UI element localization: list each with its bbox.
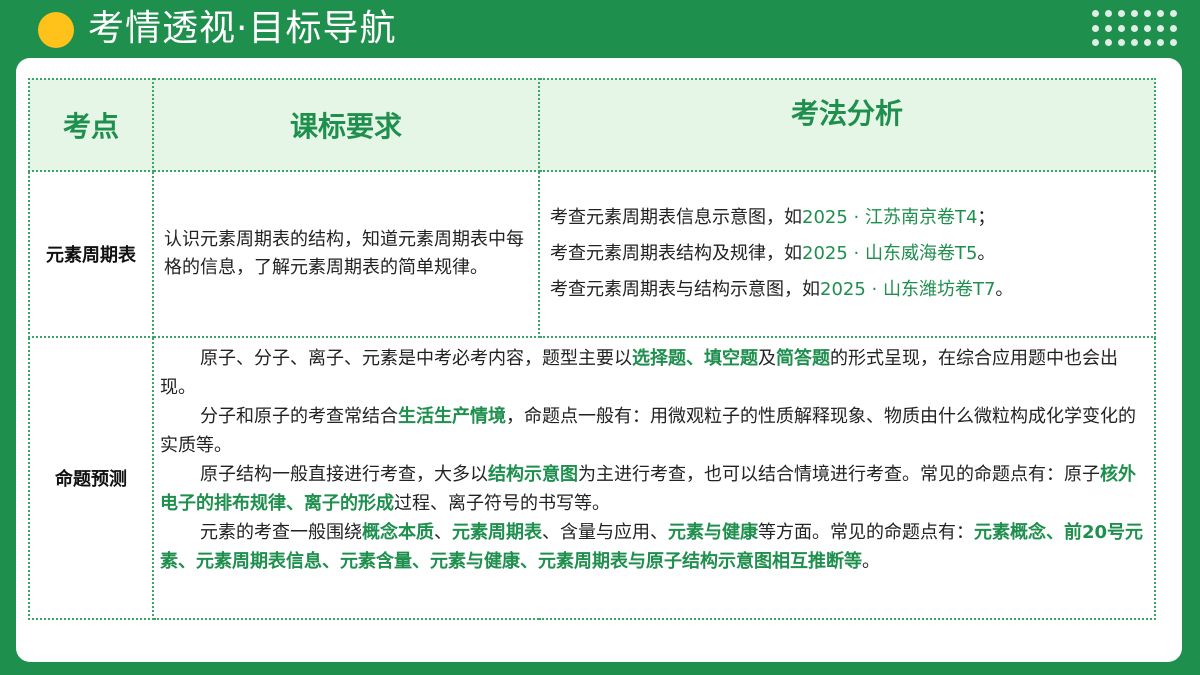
content-panel: 考点 课标要求 考法分析 元素周期表 认识元素周期表的结构，知道元素周期表中每格… (16, 58, 1182, 662)
exam-reference: 2025 · 山东潍坊卷T7 (820, 279, 996, 300)
prediction-paragraph: 元素的考查一般围绕概念本质、元素周期表、含量与应用、元素与健康等方面。常见的命题… (160, 522, 1144, 572)
row-label-periodic-table: 元素周期表 (28, 170, 154, 338)
analysis-line: 考查元素周期表结构及规律，如2025 · 山东威海卷T5。 (550, 243, 996, 264)
prediction-paragraph: 分子和原子的考查常结合生活生产情境，命题点一般有：用微观粒子的性质解释现象、物质… (160, 406, 1136, 456)
prediction-paragraph: 原子、分子、离子、元素是中考必考内容，题型主要以选择题、填空题及简答题的形式呈现… (160, 348, 1118, 398)
prediction-cell: 原子、分子、离子、元素是中考必考内容，题型主要以选择题、填空题及简答题的形式呈现… (152, 336, 1156, 620)
analysis-line: 考查元素周期表与结构示意图，如2025 · 山东潍坊卷T7。 (550, 279, 1014, 300)
exam-overview-table: 考点 课标要求 考法分析 元素周期表 认识元素周期表的结构，知道元素周期表中每格… (28, 78, 1156, 620)
analysis-line: 考查元素周期表信息示意图，如2025 · 江苏南京卷T4； (550, 207, 996, 228)
table-row: 命题预测 原子、分子、离子、元素是中考必考内容，题型主要以选择题、填空题及简答题… (28, 336, 1156, 620)
header-exam-analysis: 考法分析 (538, 78, 1156, 172)
exam-reference: 2025 · 山东威海卷T5 (802, 243, 978, 264)
exam-reference: 2025 · 江苏南京卷T4 (802, 207, 978, 228)
row-label-prediction: 命题预测 (28, 336, 154, 620)
page-title: 考情透视·目标导航 (88, 8, 397, 49)
decorative-dot-grid (1092, 10, 1182, 50)
header-curriculum-requirement: 课标要求 (152, 78, 540, 172)
header-bullet-dot (38, 12, 74, 48)
header-exam-point: 考点 (28, 78, 154, 172)
table-header-row: 考点 课标要求 考法分析 (28, 78, 1156, 172)
requirement-text: 认识元素周期表的结构，知道元素周期表中每格的信息，了解元素周期表的简单规律。 (152, 170, 540, 338)
prediction-paragraph: 原子结构一般直接进行考查，大多以结构示意图为主进行考查，也可以结合情境进行考查。… (160, 464, 1136, 514)
table-row: 元素周期表 认识元素周期表的结构，知道元素周期表中每格的信息，了解元素周期表的简… (28, 170, 1156, 338)
analysis-cell: 考查元素周期表信息示意图，如2025 · 江苏南京卷T4； 考查元素周期表结构及… (538, 170, 1156, 338)
